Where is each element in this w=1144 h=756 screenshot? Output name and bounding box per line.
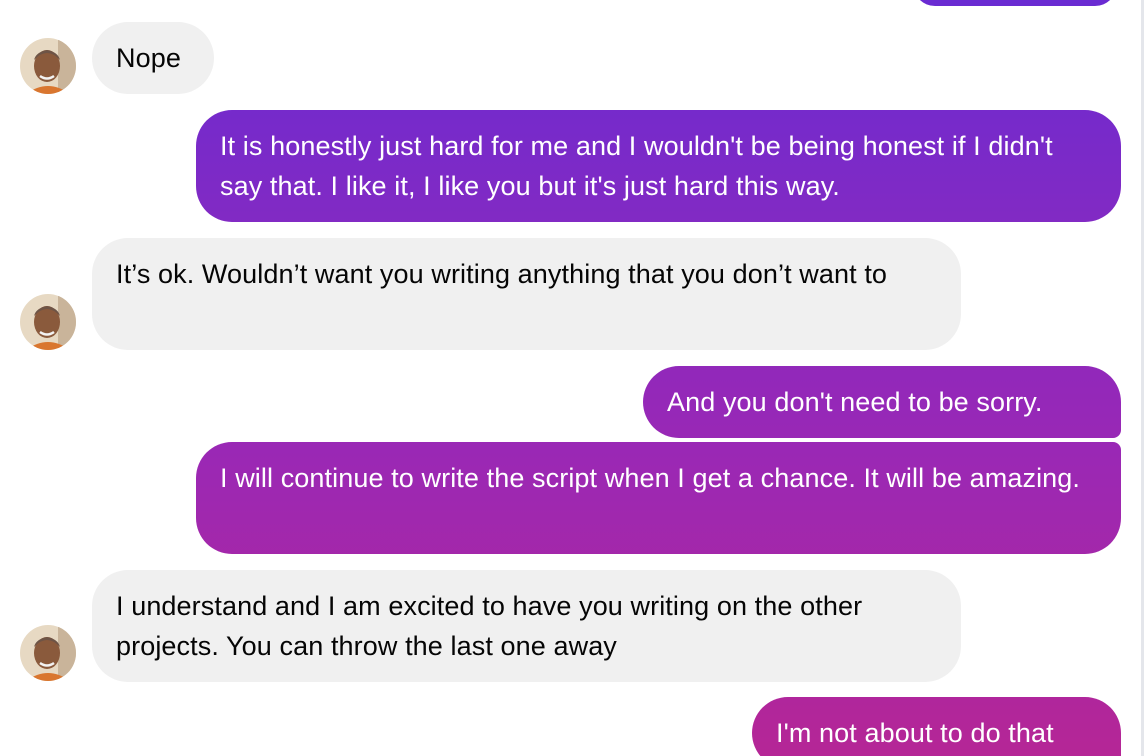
outgoing-message-bubble[interactable]: I'm not about to do that [752,697,1121,756]
outgoing-message-bubble[interactable]: And you don't need to be sorry. [643,366,1121,438]
avatar-photo-icon [20,625,76,681]
avatar-photo-icon [20,38,76,94]
contact-avatar[interactable] [20,625,76,681]
incoming-message-bubble[interactable]: I understand and I am excited to have yo… [92,570,961,682]
contact-avatar[interactable] [20,38,76,94]
avatar-photo-icon [20,294,76,350]
incoming-message-bubble[interactable]: Nope [92,22,214,94]
contact-avatar[interactable] [20,294,76,350]
previous-message-bubble[interactable] [913,0,1117,6]
incoming-message-bubble[interactable]: It’s ok. Wouldn’t want you writing anyth… [92,238,961,350]
outgoing-message-bubble[interactable]: I will continue to write the script when… [196,442,1121,554]
outgoing-message-bubble[interactable]: It is honestly just hard for me and I wo… [196,110,1121,222]
message-thread[interactable]: Nope It is honestly just hard for me and… [0,0,1144,756]
